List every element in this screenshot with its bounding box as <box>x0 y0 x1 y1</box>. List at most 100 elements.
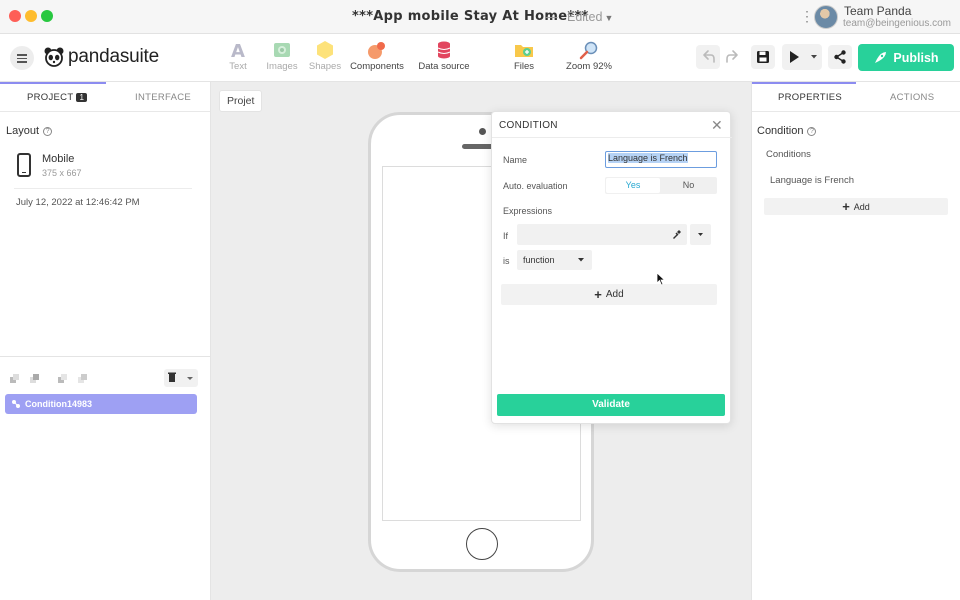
close-window-button[interactable] <box>9 10 21 22</box>
menu-icon-line <box>17 57 27 59</box>
condition-section-title: Condition? <box>757 125 817 137</box>
layers-panel: Condition14983 <box>0 356 211 600</box>
left-panel: PROJECT 1 INTERFACE Layout? Mobile 375 x … <box>0 82 211 600</box>
is-label: is <box>503 256 510 266</box>
edited-status[interactable]: — Edited ▼ <box>545 10 613 24</box>
help-icon[interactable]: ? <box>807 127 817 136</box>
zoom-icon <box>578 40 600 60</box>
condition-dialog: CONDITION ✕ Name Language is French Auto… <box>491 111 732 424</box>
add-expression-button[interactable]: + Add <box>501 284 717 305</box>
name-input[interactable]: Language is French <box>605 151 717 168</box>
tool-label: Shapes <box>308 61 342 72</box>
tab-interface[interactable]: INTERFACE <box>135 92 191 103</box>
last-saved-date: July 12, 2022 at 12:46:42 PM <box>16 197 140 208</box>
send-backward-icon[interactable] <box>58 374 68 384</box>
if-expression-field[interactable] <box>517 224 687 245</box>
panda-logo-icon <box>44 47 64 67</box>
avatar[interactable] <box>814 5 838 29</box>
right-panel: PROPERTIES ACTIONS Condition? Conditions… <box>751 82 960 600</box>
publish-label: Publish <box>893 50 939 65</box>
conditions-label: Conditions <box>766 149 811 160</box>
user-name: Team Panda <box>844 4 912 18</box>
tool-shapes[interactable]: Shapes <box>295 40 355 72</box>
auto-evaluation-label: Auto. evaluation <box>503 181 568 191</box>
if-label: If <box>503 231 509 241</box>
validate-button[interactable]: Validate <box>497 394 725 416</box>
active-tab-indicator <box>752 82 856 84</box>
undo-button[interactable] <box>696 45 720 69</box>
add-expression-label: Add <box>605 289 624 300</box>
condition-title: Condition <box>757 125 804 137</box>
rocket-icon <box>875 51 887 63</box>
trash-icon <box>168 372 193 382</box>
dialog-title: CONDITION <box>499 120 558 131</box>
more-options-icon[interactable]: ⋮ <box>800 9 814 23</box>
project-chip[interactable]: Projet <box>219 90 263 112</box>
redo-button[interactable] <box>721 45 745 69</box>
save-button[interactable] <box>751 45 775 69</box>
shapes-icon <box>314 40 336 60</box>
close-icon[interactable]: ✕ <box>711 117 723 134</box>
chevron-down-icon <box>698 233 703 236</box>
title-bar: ***App mobile Stay At Home*** — Edited ▼ … <box>0 0 960 34</box>
layout-item-name[interactable]: Mobile <box>42 153 74 165</box>
condition-item[interactable]: Language is French <box>770 175 854 186</box>
text-icon: A <box>227 40 249 62</box>
share-button[interactable] <box>828 45 852 69</box>
database-icon <box>433 40 455 60</box>
if-dropdown-button[interactable] <box>690 224 711 245</box>
delete-button[interactable] <box>164 369 198 387</box>
project-count-badge: 1 <box>76 93 88 102</box>
minimize-window-button[interactable] <box>25 10 37 22</box>
tool-components[interactable]: Components <box>347 40 407 72</box>
layout-section-title: Layout? <box>6 125 53 137</box>
expressions-label: Expressions <box>503 206 553 216</box>
dropper-icon[interactable] <box>671 229 682 240</box>
chevron-down-icon: ▼ <box>604 13 614 23</box>
bring-forward-icon[interactable] <box>30 374 40 384</box>
help-icon[interactable]: ? <box>43 127 53 136</box>
phone-home-button <box>466 528 498 560</box>
publish-button[interactable]: Publish <box>858 44 954 71</box>
phone-camera <box>479 128 486 135</box>
folder-icon <box>513 40 535 60</box>
tool-data-source[interactable]: Data source <box>414 40 474 72</box>
auto-evaluation-toggle: Yes No <box>605 177 717 194</box>
menu-button[interactable] <box>10 46 34 70</box>
name-input-value: Language is French <box>608 153 688 163</box>
mouse-cursor-icon <box>656 272 666 286</box>
preview-button[interactable] <box>782 44 822 70</box>
bring-to-front-icon[interactable] <box>10 374 20 384</box>
maximize-window-button[interactable] <box>41 10 53 22</box>
user-email: team@beingenious.com <box>843 18 951 29</box>
toggle-no[interactable]: No <box>661 178 716 193</box>
chevron-down-icon <box>578 258 584 262</box>
toolbar: pandasuite A Text Images Shapes Componen… <box>0 34 960 82</box>
undo-icon <box>703 50 715 63</box>
svg-text:A: A <box>231 41 245 60</box>
toggle-yes[interactable]: Yes <box>606 178 660 193</box>
tab-project-label: PROJECT <box>27 92 74 103</box>
components-icon <box>366 40 388 60</box>
plus-icon: + <box>594 286 602 302</box>
tool-files[interactable]: Files <box>494 40 554 72</box>
add-condition-button[interactable]: + Add <box>764 198 948 215</box>
send-to-back-icon[interactable] <box>78 374 88 384</box>
active-tab-indicator <box>0 82 106 84</box>
tool-label: Data source <box>418 61 470 72</box>
tab-actions[interactable]: ACTIONS <box>890 92 934 103</box>
layout-item-size: 375 x 667 <box>42 168 82 178</box>
tab-properties[interactable]: PROPERTIES <box>778 92 842 103</box>
layer-item-condition[interactable]: Condition14983 <box>5 394 197 414</box>
function-select[interactable]: function <box>517 250 592 270</box>
add-condition-label: Add <box>853 201 870 212</box>
logo: pandasuite <box>43 45 159 69</box>
menu-icon <box>17 54 27 56</box>
image-icon <box>271 40 293 60</box>
divider <box>14 188 192 189</box>
tab-project[interactable]: PROJECT 1 <box>27 92 88 103</box>
layer-name: Condition14983 <box>25 399 93 409</box>
left-panel-tabs: PROJECT 1 INTERFACE <box>0 82 210 112</box>
tool-zoom[interactable]: Zoom 92% <box>559 40 619 72</box>
logo-text: pandasuite <box>68 46 159 67</box>
